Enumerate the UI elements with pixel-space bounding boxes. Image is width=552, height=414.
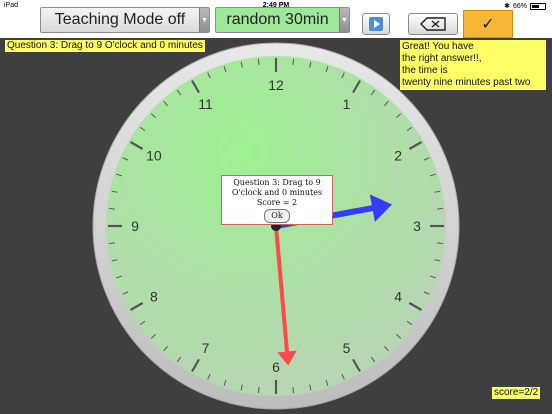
clock-number: 9 bbox=[131, 218, 139, 234]
clock-number: 12 bbox=[268, 77, 284, 93]
question-dialog: Question 3: Drag to 9 O'clock and 0 minu… bbox=[221, 175, 333, 225]
minute-tick bbox=[292, 387, 295, 394]
clock-number: 5 bbox=[343, 340, 351, 356]
random-mode-select[interactable]: random 30min ▼ bbox=[215, 7, 350, 33]
clock-number: 6 bbox=[272, 359, 280, 375]
backspace-icon bbox=[420, 17, 446, 31]
dialog-text: O'clock and 0 minutes bbox=[231, 188, 323, 197]
feedback-line: Great! You have bbox=[402, 41, 474, 52]
clock-number: 1 bbox=[343, 96, 351, 112]
minute-tick bbox=[437, 207, 444, 210]
clock-number: 4 bbox=[394, 289, 402, 305]
check-answer-button[interactable]: ✓ bbox=[463, 10, 513, 38]
clock-number: 7 bbox=[202, 340, 210, 356]
minute-tick bbox=[437, 242, 444, 245]
clock-number: 2 bbox=[394, 148, 402, 164]
chevron-down-icon: ▼ bbox=[199, 8, 209, 32]
minute-tick bbox=[257, 387, 260, 394]
dialog-text: Question 3: Drag to 9 bbox=[233, 178, 321, 187]
clock-number: 8 bbox=[150, 289, 158, 305]
minute-tick bbox=[292, 58, 295, 65]
question-label: Question 3: Drag to 9 O'clock and 0 minu… bbox=[5, 40, 205, 52]
battery-percent: 66% bbox=[512, 2, 527, 10]
minute-tick bbox=[108, 242, 115, 245]
feedback-message: Great! You have the right answer!!, the … bbox=[400, 40, 546, 90]
play-button[interactable] bbox=[362, 13, 390, 35]
dialog-score: Score = 2 bbox=[256, 198, 298, 207]
clock-number: 3 bbox=[413, 218, 421, 234]
teaching-mode-select[interactable]: Teaching Mode off ▼ bbox=[40, 7, 210, 33]
feedback-line: the right answer!!, bbox=[402, 53, 482, 64]
feedback-line: the time is bbox=[402, 65, 448, 76]
bluetooth-icon: ✱ bbox=[504, 3, 510, 10]
random-mode-label: random 30min bbox=[226, 11, 329, 28]
status-right: ✱ 66% bbox=[504, 2, 546, 10]
play-icon bbox=[369, 17, 383, 31]
score-label: score=2/2 bbox=[492, 387, 541, 399]
minute-tick bbox=[257, 58, 260, 65]
clock-face: 121234567891011 bbox=[92, 42, 460, 410]
dialog-ok-button[interactable]: Ok bbox=[264, 209, 290, 223]
teaching-mode-label: Teaching Mode off bbox=[54, 11, 186, 28]
feedback-line: twenty nine minutes past two bbox=[402, 77, 531, 88]
chevron-down-icon: ▼ bbox=[339, 8, 349, 32]
battery-icon bbox=[530, 2, 546, 10]
backspace-button[interactable] bbox=[408, 13, 458, 35]
minute-tick bbox=[108, 207, 115, 210]
clock-number: 11 bbox=[198, 96, 213, 112]
clock-number: 10 bbox=[146, 148, 162, 164]
check-icon: ✓ bbox=[481, 16, 495, 33]
